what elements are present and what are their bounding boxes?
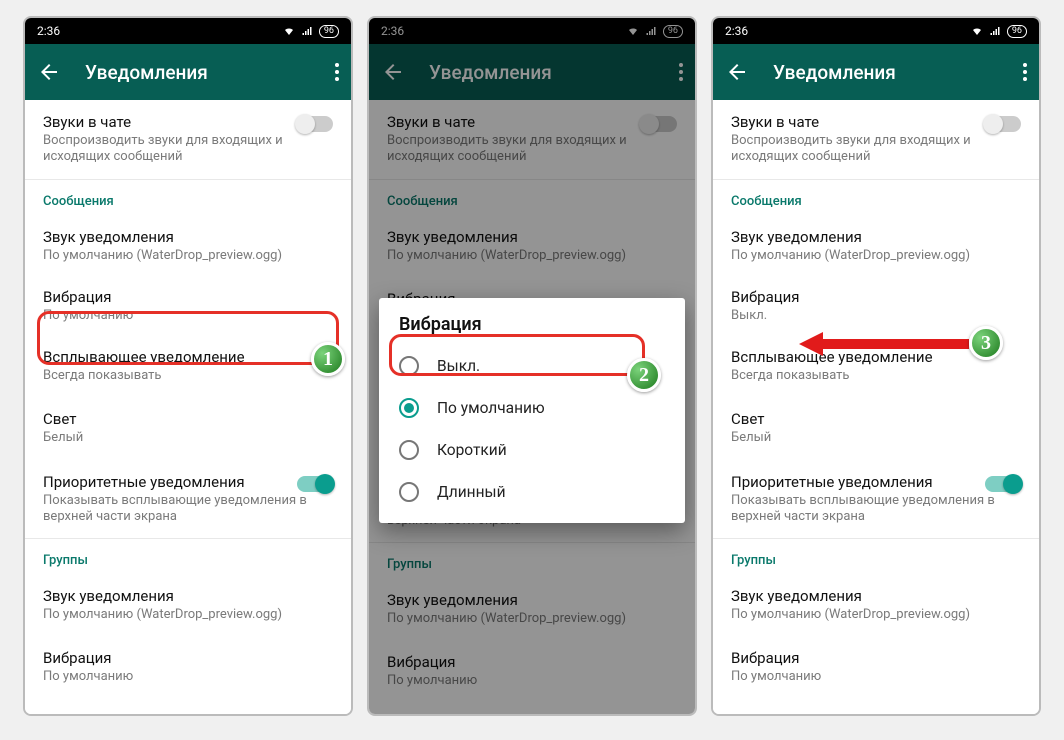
- vibration-title: Вибрация: [731, 288, 1021, 306]
- group-vibration-sub: По умолчанию: [43, 669, 333, 685]
- group-vibration-row[interactable]: Вибрация По умолчанию: [713, 636, 1039, 698]
- radio-icon: [399, 482, 419, 502]
- radio-icon: [399, 356, 419, 376]
- settings-list: Звуки в чате Воспроизводить звуки для вх…: [25, 100, 351, 714]
- section-messages-header: Сообщения: [713, 180, 1039, 215]
- section-groups-header: Группы: [713, 539, 1039, 574]
- group-sound-title: Звук уведомления: [43, 587, 333, 605]
- battery-indicator: 96: [1007, 25, 1027, 38]
- phone-screenshot-3: 2:36 96 Уведомления Звуки в чате Воспрои…: [711, 16, 1041, 716]
- section-groups-header: Группы: [25, 539, 351, 574]
- priority-sub: Показывать всплывающие уведомления в вер…: [43, 493, 333, 526]
- chat-sounds-title: Звуки в чате: [43, 113, 333, 131]
- notification-sound-sub: По умолчанию (WaterDrop_preview.ogg): [731, 248, 1021, 264]
- light-sub: Белый: [43, 430, 333, 446]
- chat-sounds-toggle[interactable]: [985, 116, 1021, 132]
- notification-sound-row[interactable]: Звук уведомления По умолчанию (WaterDrop…: [25, 215, 351, 277]
- vibration-option-long[interactable]: Длинный: [379, 471, 685, 513]
- priority-title: Приоритетные уведомления: [731, 473, 1021, 491]
- status-bar: 2:36 96: [25, 18, 351, 44]
- group-sound-row[interactable]: Звук уведомления По умолчанию (WaterDrop…: [713, 574, 1039, 636]
- step-badge-1: 1: [311, 342, 345, 376]
- phone-screenshot-1: 2:36 96 Уведомления Звуки в чате Воспрои…: [23, 16, 353, 716]
- vibration-sub: Выкл.: [731, 308, 1021, 324]
- chat-sounds-sub: Воспроизводить звуки для входящих и исхо…: [731, 133, 1021, 166]
- signal-icon: [301, 25, 313, 37]
- light-sub: Белый: [731, 430, 1021, 446]
- priority-row[interactable]: Приоритетные уведомления Показывать вспл…: [713, 460, 1039, 539]
- signal-icon: [989, 25, 1001, 37]
- app-bar: Уведомления: [713, 44, 1039, 100]
- popup-row[interactable]: Всплывающее уведомление Всегда показыват…: [25, 335, 351, 397]
- vibration-option-default[interactable]: По умолчанию: [379, 387, 685, 429]
- light-title: Свет: [43, 410, 333, 428]
- page-title: Уведомления: [85, 61, 335, 84]
- option-label: Выкл.: [437, 357, 480, 375]
- wifi-icon: [971, 25, 983, 37]
- dialog-title: Вибрация: [379, 314, 685, 345]
- group-vibration-title: Вибрация: [731, 649, 1021, 667]
- light-row[interactable]: Свет Белый: [25, 397, 351, 459]
- radio-icon: [399, 398, 419, 418]
- option-label: Длинный: [437, 483, 506, 501]
- vibration-row[interactable]: Вибрация По умолчанию: [25, 277, 351, 335]
- group-vibration-sub: По умолчанию: [731, 669, 1021, 685]
- group-sound-row[interactable]: Звук уведомления По умолчанию (WaterDrop…: [25, 574, 351, 636]
- back-icon[interactable]: [725, 60, 749, 84]
- vibration-title: Вибрация: [43, 288, 333, 306]
- radio-icon: [399, 440, 419, 460]
- chat-sounds-toggle[interactable]: [297, 116, 333, 132]
- chat-sounds-row[interactable]: Звуки в чате Воспроизводить звуки для вх…: [713, 100, 1039, 179]
- battery-indicator: 96: [319, 25, 339, 38]
- vibration-option-short[interactable]: Короткий: [379, 429, 685, 471]
- back-icon[interactable]: [37, 60, 61, 84]
- light-title: Свет: [731, 410, 1021, 428]
- notification-sound-row[interactable]: Звук уведомления По умолчанию (WaterDrop…: [713, 215, 1039, 277]
- page-title: Уведомления: [773, 61, 1023, 84]
- option-label: Короткий: [437, 441, 507, 459]
- settings-list: Звуки в чате Воспроизводить звуки для вх…: [713, 100, 1039, 714]
- priority-toggle[interactable]: [985, 476, 1021, 492]
- popup-sub: Всегда показывать: [731, 368, 1021, 384]
- status-time: 2:36: [37, 24, 60, 38]
- notification-sound-title: Звук уведомления: [731, 228, 1021, 246]
- wifi-icon: [283, 25, 295, 37]
- vibration-dialog: Вибрация Выкл. По умолчанию Короткий Дли…: [379, 298, 685, 523]
- chat-sounds-sub: Воспроизводить звуки для входящих и исхо…: [43, 133, 333, 166]
- annotation-arrow: [799, 330, 979, 358]
- chat-sounds-title: Звуки в чате: [731, 113, 1021, 131]
- group-vibration-title: Вибрация: [43, 649, 333, 667]
- status-time: 2:36: [725, 24, 748, 38]
- group-sound-title: Звук уведомления: [731, 587, 1021, 605]
- group-sound-sub: По умолчанию (WaterDrop_preview.ogg): [731, 607, 1021, 623]
- option-label: По умолчанию: [437, 399, 545, 417]
- priority-toggle[interactable]: [297, 476, 333, 492]
- group-vibration-row[interactable]: Вибрация По умолчанию: [25, 636, 351, 698]
- group-sound-sub: По умолчанию (WaterDrop_preview.ogg): [43, 607, 333, 623]
- phone-screenshot-2: 2:36 96 Уведомления Звуки в чате Воспрои…: [367, 16, 697, 716]
- popup-sub: Всегда показывать: [43, 368, 333, 384]
- priority-sub: Показывать всплывающие уведомления в вер…: [731, 493, 1021, 526]
- step-badge-2: 2: [627, 358, 661, 392]
- vibration-sub: По умолчанию: [43, 308, 333, 324]
- popup-title: Всплывающее уведомление: [43, 348, 333, 366]
- overflow-menu-icon[interactable]: [1023, 63, 1027, 81]
- app-bar: Уведомления: [25, 44, 351, 100]
- priority-row[interactable]: Приоритетные уведомления Показывать вспл…: [25, 460, 351, 539]
- notification-sound-title: Звук уведомления: [43, 228, 333, 246]
- overflow-menu-icon[interactable]: [335, 63, 339, 81]
- section-messages-header: Сообщения: [25, 180, 351, 215]
- priority-title: Приоритетные уведомления: [43, 473, 333, 491]
- step-badge-3: 3: [969, 326, 1003, 360]
- chat-sounds-row[interactable]: Звуки в чате Воспроизводить звуки для вх…: [25, 100, 351, 179]
- notification-sound-sub: По умолчанию (WaterDrop_preview.ogg): [43, 248, 333, 264]
- status-bar: 2:36 96: [713, 18, 1039, 44]
- light-row[interactable]: Свет Белый: [713, 397, 1039, 459]
